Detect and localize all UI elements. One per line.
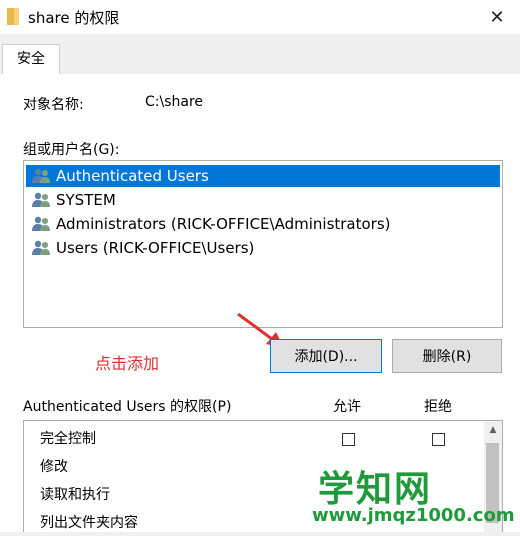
- groups-listbox[interactable]: Authenticated Users SYSTEM Administrator…: [23, 160, 503, 328]
- window-title: share 的权限: [28, 9, 120, 27]
- list-item[interactable]: Authenticated Users: [26, 165, 500, 187]
- permission-label: 列出文件夹内容: [40, 515, 138, 531]
- close-button[interactable]: ✕: [474, 0, 520, 34]
- list-item-label: Administrators (RICK-OFFICE\Administrato…: [56, 215, 391, 233]
- object-name-value: C:\share: [145, 94, 204, 110]
- list-item-label: Users (RICK-OFFICE\Users): [56, 239, 255, 257]
- users-icon: [32, 192, 50, 207]
- tab-strip: 安全: [0, 34, 520, 75]
- object-name-label: 对象名称:: [23, 97, 84, 113]
- folder-icon: [7, 8, 19, 25]
- list-item-label: Authenticated Users: [56, 167, 209, 185]
- allow-header: 允许: [333, 399, 361, 415]
- add-button[interactable]: 添加(D)...: [270, 339, 382, 373]
- list-item-label: SYSTEM: [56, 191, 116, 209]
- tab-security[interactable]: 安全: [2, 44, 60, 74]
- permission-label: 读取和执行: [40, 487, 110, 503]
- allow-checkbox[interactable]: [342, 433, 355, 446]
- deny-checkbox[interactable]: [432, 433, 445, 446]
- deny-header: 拒绝: [424, 399, 452, 415]
- list-item[interactable]: Users (RICK-OFFICE\Users): [26, 237, 500, 259]
- users-icon: [32, 216, 50, 231]
- title-bar: share 的权限 ✕: [0, 0, 520, 34]
- list-item[interactable]: SYSTEM: [26, 189, 500, 211]
- annotation-text: 点击添加: [95, 354, 160, 373]
- remove-button[interactable]: 删除(R): [392, 339, 502, 373]
- users-icon: [32, 168, 50, 183]
- close-icon: ✕: [489, 6, 505, 28]
- users-icon: [32, 240, 50, 255]
- watermark-url: www.jmqz1000.com: [312, 505, 515, 526]
- permission-label: 修改: [40, 459, 68, 475]
- permissions-label: Authenticated Users 的权限(P): [23, 399, 232, 415]
- list-item[interactable]: Administrators (RICK-OFFICE\Administrato…: [26, 213, 500, 235]
- permission-row: 完全控制: [40, 426, 480, 452]
- scroll-up-icon[interactable]: ▲: [484, 421, 502, 439]
- permission-label: 完全控制: [40, 431, 96, 447]
- groups-label: 组或用户名(G):: [23, 142, 120, 158]
